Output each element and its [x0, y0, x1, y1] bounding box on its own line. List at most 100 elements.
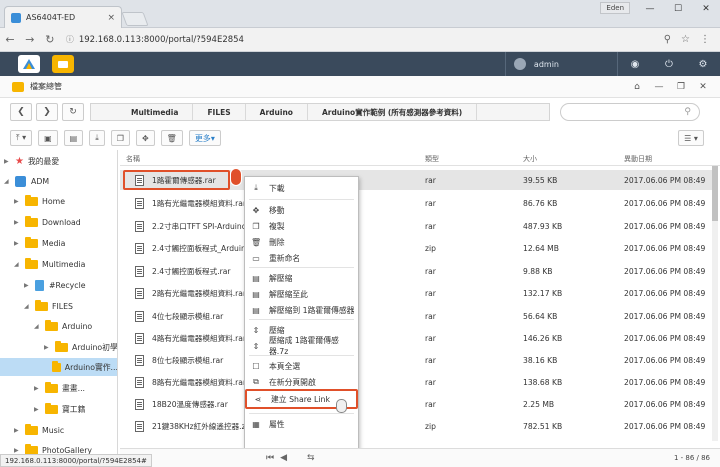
location-icon[interactable]: ⚲	[664, 34, 671, 45]
minimize-icon[interactable]: —	[636, 0, 664, 18]
folder-icon	[45, 381, 58, 393]
copy-button[interactable]: ❐	[110, 130, 130, 146]
table-row[interactable]: 2.2寸串口TFT SPI-Arduino-C rar 487.93 KB 2017.…	[120, 216, 712, 236]
view-mode-button[interactable]: ☰ ▾	[678, 130, 704, 146]
tree-item-painting[interactable]: ▶ 畫畫...	[34, 379, 85, 397]
expand-arrow-icon[interactable]: ▶	[14, 427, 22, 434]
tree-item-download[interactable]: ▶ Download	[14, 213, 81, 231]
tree-item-multimedia[interactable]: ◢ Multimedia	[14, 255, 85, 273]
menu-dots-icon[interactable]: ⋮	[700, 34, 710, 45]
table-row[interactable]: 8路有光繼電器模組資料.rar rar 138.68 KB 2017.06.06 PM…	[120, 372, 712, 392]
column-type[interactable]: 類型	[425, 154, 439, 164]
vertical-scrollbar[interactable]	[712, 166, 718, 441]
notification-icon[interactable]: ◉	[618, 52, 652, 76]
menu-item-extract-to[interactable]: ▤ 解壓縮到 1路霍爾傳感器	[245, 301, 358, 319]
folder-icon	[25, 194, 38, 206]
menu-item-download[interactable]: ⤓ 下載	[245, 179, 358, 197]
tree-item-recycle[interactable]: ▶ #Recycle	[24, 276, 86, 294]
reload-icon[interactable]: ↻	[40, 33, 60, 46]
forward-button[interactable]: ❯	[36, 103, 58, 121]
tree-item-music[interactable]: ▶ Music	[14, 421, 64, 439]
tab-close-icon[interactable]: ×	[107, 13, 115, 23]
new-tab-button[interactable]	[121, 12, 149, 26]
expand-arrow-icon[interactable]: ▶	[14, 240, 22, 247]
table-row[interactable]: 21鍵38KHz紅外線遙控器.zip zip 782.51 KB 2017.06.06…	[120, 416, 712, 436]
table-row[interactable]: 8位七段顯示模組.rar rar 38.16 KB 2017.06.06 PM 08:…	[120, 350, 712, 370]
expand-arrow-icon[interactable]: ▶	[14, 219, 22, 226]
forward-arrow-icon[interactable]: →	[20, 33, 40, 46]
table-row[interactable]: 2.4寸觸控面板程式_Arduino_ zip 12.64 MB 2017.06.06…	[120, 238, 712, 258]
expand-arrow-icon[interactable]: ▶	[14, 198, 22, 205]
maximize-icon[interactable]: ☐	[664, 0, 692, 18]
pin-icon[interactable]: ⌂	[626, 82, 648, 92]
close-window-icon[interactable]: ✕	[692, 82, 714, 92]
column-name[interactable]: 名稱	[126, 154, 140, 164]
first-page-icon[interactable]: ⏮	[266, 453, 274, 463]
star-icon[interactable]: ☆	[681, 34, 690, 45]
menu-item-rename[interactable]: ▭ 重新命名	[245, 249, 358, 267]
breadcrumb-item[interactable]: FILES	[193, 104, 246, 120]
breadcrumb-item[interactable]: Arduino實作範例 (所有感測器參考資料)	[308, 104, 478, 120]
table-row[interactable]: 18B20溫度傳感器.rar rar 2.25 MB 2017.06.06 PM 08…	[120, 394, 712, 414]
page-info-icon[interactable]: ⓘ	[66, 34, 74, 45]
expand-arrow-icon[interactable]: ▶	[4, 158, 12, 165]
address-bar-icons: ⚲ ☆ ⋮	[664, 34, 710, 45]
column-date[interactable]: 異動日期	[624, 154, 652, 164]
user-menu[interactable]: admin	[506, 58, 617, 70]
expand-arrow-icon[interactable]: ▶	[24, 282, 32, 289]
menu-item-properties[interactable]: ▦ 屬性	[245, 415, 358, 433]
file-size: 39.55 KB	[523, 175, 558, 185]
prev-page-icon[interactable]: ◀	[280, 453, 287, 463]
upload-button[interactable]: ⤒ ▾	[10, 130, 33, 146]
tree-item-arduino-examples[interactable]: Arduino實作...	[0, 358, 117, 376]
breadcrumb-item[interactable]: Multimedia	[91, 104, 194, 120]
delete-button[interactable]: 🗑	[160, 130, 183, 146]
close-icon[interactable]: ✕	[692, 0, 720, 18]
expand-arrow-icon[interactable]: ▶	[14, 447, 22, 454]
tree-item-adm[interactable]: ◢ ADM	[4, 172, 49, 190]
collapse-arrow-icon[interactable]: ◢	[4, 178, 12, 185]
profile-badge[interactable]: Eden	[600, 2, 630, 14]
collapse-arrow-icon[interactable]: ◢	[14, 261, 22, 268]
collapse-arrow-icon[interactable]: ◢	[24, 303, 32, 310]
download-button[interactable]: ⤓	[89, 130, 105, 146]
back-arrow-icon[interactable]: ←	[0, 33, 20, 46]
url-field[interactable]: ⓘ 192.168.0.113:8000/portal/?594E2854	[66, 31, 664, 49]
table-row[interactable]: 2路有光繼電器模組資料.rar rar 132.17 KB 2017.06.06 PM…	[120, 283, 712, 303]
tree-item-favorites[interactable]: ▶ ★ 我的最愛	[4, 152, 59, 170]
adm-home-button[interactable]	[18, 55, 40, 73]
table-row[interactable]: 1路有光繼電器模組資料.rar rar 86.76 KB 2017.06.06 PM …	[120, 193, 712, 213]
refresh-list-icon[interactable]: ⇆	[307, 453, 315, 463]
tree-item-arduino-beginner[interactable]: ▶ Arduino初學...	[44, 338, 117, 356]
new-folder-button[interactable]: ▣	[38, 130, 58, 146]
table-row[interactable]: 4路有光繼電器模組資料.rar rar 146.26 KB 2017.06.06 PM…	[120, 328, 712, 348]
tree-item-media[interactable]: ▶ Media	[14, 234, 65, 252]
scrollbar-thumb[interactable]	[712, 166, 718, 221]
menu-item-compress-to[interactable]: ⇕ 壓縮成 1路霍爾傳感器.7z	[245, 336, 358, 356]
expand-arrow-icon[interactable]: ▶	[34, 406, 42, 413]
expand-arrow-icon[interactable]: ▶	[34, 385, 42, 392]
search-input[interactable]: ⚲	[560, 103, 700, 121]
power-icon[interactable]: ⏻	[652, 52, 686, 76]
column-size[interactable]: 大小	[523, 154, 537, 164]
maximize-window-icon[interactable]: ❐	[670, 82, 692, 92]
tree-item-arduino[interactable]: ◢ Arduino	[34, 317, 92, 335]
table-row[interactable]: 2.4寸觸控面板程式.rar rar 9.88 KB 2017.06.06 PM 08…	[120, 261, 712, 281]
tree-item-home[interactable]: ▶ Home	[14, 192, 65, 210]
back-button[interactable]: ❮	[10, 103, 32, 121]
expand-arrow-icon[interactable]: ▶	[44, 344, 52, 351]
table-row[interactable]: 4位七段顯示模組.rar rar 56.64 KB 2017.06.06 PM 08:…	[120, 306, 712, 326]
more-button[interactable]: 更多 ▾	[188, 130, 221, 146]
properties-icon: ▦	[252, 419, 260, 429]
browser-tab[interactable]: AS6404T-ED ×	[4, 6, 122, 28]
file-explorer-app-button[interactable]	[52, 55, 74, 73]
collapse-arrow-icon[interactable]: ◢	[34, 323, 42, 330]
move-button[interactable]: ✥	[135, 130, 155, 146]
breadcrumb-item[interactable]: Arduino	[246, 104, 308, 120]
tree-item-tools[interactable]: ▶ 寶工籍	[34, 400, 85, 418]
refresh-button[interactable]: ↻	[62, 103, 84, 121]
settings-icon[interactable]: ⚙	[686, 52, 720, 76]
minimize-window-icon[interactable]: —	[648, 82, 670, 92]
share-folder-button[interactable]: ▤	[63, 130, 84, 146]
tree-item-files[interactable]: ◢ FILES	[24, 297, 73, 315]
